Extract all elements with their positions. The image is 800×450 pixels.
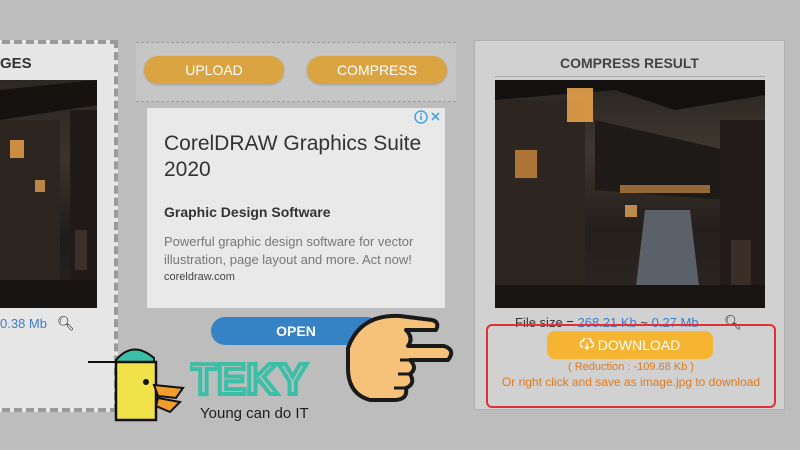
upload-button[interactable]: UPLOAD <box>144 56 284 84</box>
original-size: 0.38 Mb <box>0 316 47 331</box>
right-click-hint: Or right click and save as image.jpg to … <box>501 375 761 389</box>
ad-choices-icon <box>414 110 440 124</box>
street-photo-right <box>495 80 765 308</box>
teky-wordmark: TEKY <box>188 353 330 407</box>
title-divider <box>495 76 765 77</box>
teky-tagline: Young can do IT <box>200 405 309 422</box>
compressed-image-preview[interactable] <box>495 80 765 308</box>
ad-description: Powerful graphic design software for vec… <box>164 234 414 267</box>
ad-info-icon[interactable] <box>414 110 442 124</box>
original-image-preview[interactable] <box>0 80 97 308</box>
download-label: DOWNLOAD <box>597 337 681 353</box>
compress-result-title: COMPRESS RESULT <box>560 55 699 71</box>
teky-mascot-icon <box>88 340 188 430</box>
download-button[interactable]: DOWNLOAD <box>547 331 713 359</box>
pointing-hand-icon <box>340 308 460 413</box>
ad-title[interactable]: CorelDRAW Graphics Suite 2020 <box>164 131 434 183</box>
street-photo-left <box>0 80 97 308</box>
reduction-info: ( Reduction : -109.68 Kb ) <box>568 361 694 373</box>
ad-url[interactable]: coreldraw.com <box>164 271 235 283</box>
zoom-icon[interactable]: 🔍︎ <box>57 315 75 332</box>
ad-subtitle: Graphic Design Software <box>164 204 331 220</box>
teky-brand-text: TEKY <box>190 355 307 402</box>
cloud-download-icon <box>579 331 594 359</box>
compress-button[interactable]: COMPRESS <box>307 56 447 84</box>
original-panel-title: GES <box>0 55 32 72</box>
